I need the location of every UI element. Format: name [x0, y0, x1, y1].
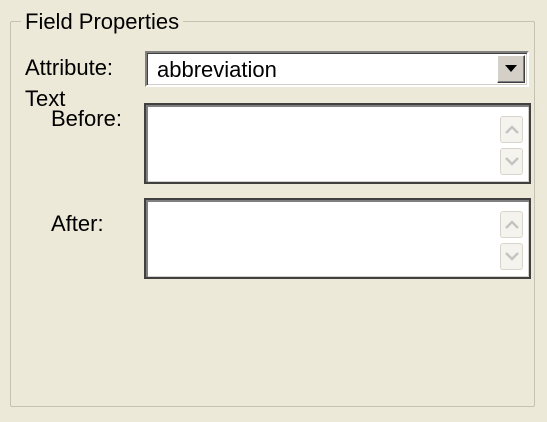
scroll-down-arrow-icon: [505, 157, 519, 166]
before-scroll-up-button[interactable]: [500, 116, 523, 143]
text-after-field[interactable]: [144, 198, 531, 279]
attribute-label: Attribute:: [25, 55, 114, 80]
scroll-down-arrow-icon: [505, 252, 519, 261]
group-title: Field Properties: [21, 9, 184, 35]
attribute-dropdown-button[interactable]: [497, 55, 525, 83]
scroll-up-arrow-icon: [505, 220, 519, 229]
before-scroll-down-button[interactable]: [500, 148, 523, 175]
after-scroll-down-button[interactable]: [500, 243, 523, 270]
chevron-down-icon: [505, 65, 517, 72]
attribute-combobox[interactable]: abbreviation: [145, 51, 529, 87]
after-scroll-up-button[interactable]: [500, 211, 523, 238]
scroll-up-arrow-icon: [505, 125, 519, 134]
attribute-value: abbreviation: [157, 57, 277, 82]
text-before-field[interactable]: [144, 103, 531, 184]
before-label: Before:: [51, 106, 122, 131]
after-label: After:: [51, 211, 104, 236]
